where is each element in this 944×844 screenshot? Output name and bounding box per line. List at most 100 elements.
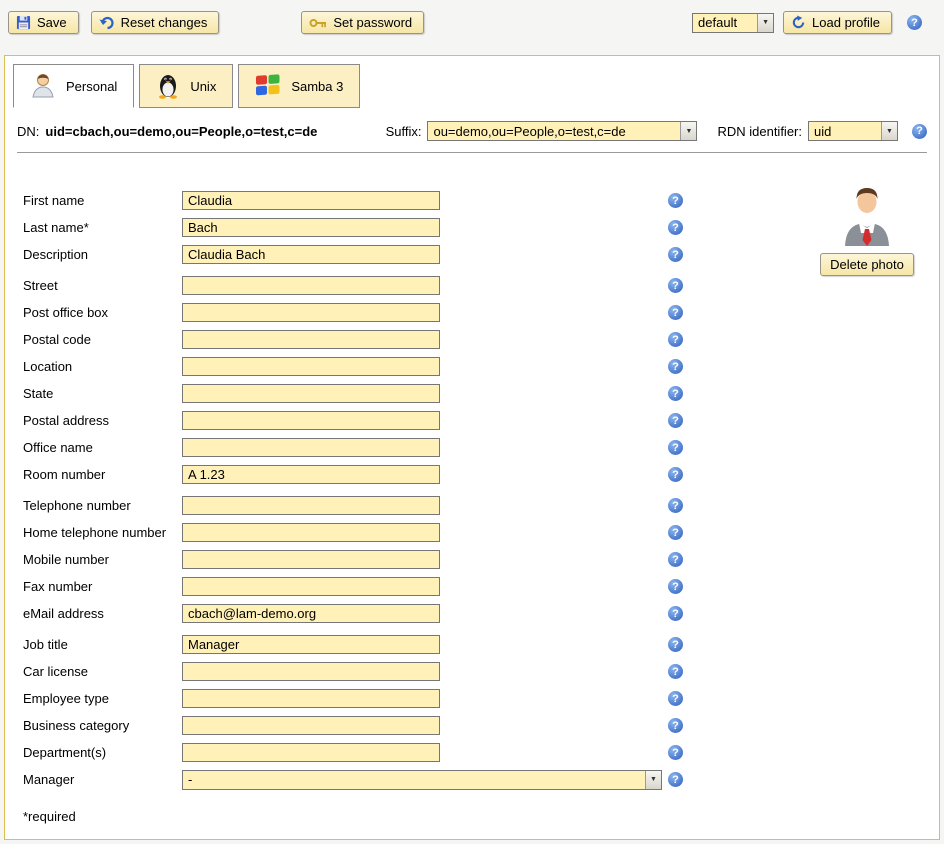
field-input[interactable] (182, 465, 440, 484)
chevron-down-icon: ▼ (757, 14, 773, 32)
help-icon[interactable]: ? (668, 467, 683, 482)
dn-value: uid=cbach,ou=demo,ou=People,o=test,c=de (45, 124, 317, 139)
load-profile-button-label: Load profile (812, 15, 880, 30)
field-input[interactable] (182, 523, 440, 542)
field-label: Street (23, 278, 182, 293)
rdn-select-value: uid (809, 124, 881, 139)
help-icon[interactable]: ? (668, 247, 683, 262)
delete-photo-button-label: Delete photo (830, 257, 904, 272)
undo-arrow-icon (99, 16, 115, 30)
help-icon[interactable]: ? (907, 15, 922, 30)
help-icon[interactable]: ? (668, 220, 683, 235)
account-panel: Personal Unix (4, 55, 940, 840)
field-label: Mobile number (23, 552, 182, 567)
field-input[interactable] (182, 496, 440, 515)
suffix-select-value: ou=demo,ou=People,o=test,c=de (428, 124, 680, 139)
reset-changes-button-label: Reset changes (121, 15, 208, 30)
field-input[interactable] (182, 716, 440, 735)
field-row: State? (23, 380, 939, 407)
field-row: Last name*? (23, 214, 939, 241)
set-password-button-label: Set password (333, 15, 412, 30)
help-icon[interactable]: ? (668, 440, 683, 455)
field-row: Postal code? (23, 326, 939, 353)
field-input[interactable] (182, 218, 440, 237)
field-label: Business category (23, 718, 182, 733)
suffix-label: Suffix: (386, 124, 422, 139)
field-input[interactable] (182, 743, 440, 762)
field-row: Postal address? (23, 407, 939, 434)
field-row: Telephone number? (23, 492, 939, 519)
field-input[interactable] (182, 411, 440, 430)
help-icon[interactable]: ? (668, 745, 683, 760)
field-label: Location (23, 359, 182, 374)
tab-samba3-label: Samba 3 (291, 79, 343, 94)
field-input[interactable] (182, 330, 440, 349)
key-icon (309, 17, 327, 29)
field-input[interactable] (182, 689, 440, 708)
person-icon (30, 71, 56, 102)
help-icon[interactable]: ? (668, 386, 683, 401)
help-icon[interactable]: ? (668, 193, 683, 208)
field-input[interactable] (182, 357, 440, 376)
help-icon[interactable]: ? (668, 498, 683, 513)
field-input[interactable] (182, 276, 440, 295)
chevron-down-icon: ▼ (881, 122, 897, 140)
tab-unix[interactable]: Unix (139, 64, 233, 108)
help-icon[interactable]: ? (668, 278, 683, 293)
toolbar: Save Reset changes Set password default … (0, 0, 944, 43)
tab-personal[interactable]: Personal (13, 64, 134, 108)
field-input[interactable] (182, 438, 440, 457)
field-label: Home telephone number (23, 525, 182, 540)
user-photo (841, 184, 893, 249)
help-icon[interactable]: ? (668, 332, 683, 347)
dn-row: DN: uid=cbach,ou=demo,ou=People,o=test,c… (5, 114, 939, 148)
field-input[interactable] (182, 604, 440, 623)
help-icon[interactable]: ? (668, 637, 683, 652)
rdn-label: RDN identifier: (717, 124, 802, 139)
field-row: Description? (23, 241, 939, 268)
field-row: Car license? (23, 658, 939, 685)
set-password-button[interactable]: Set password (301, 11, 424, 34)
load-profile-button[interactable]: Load profile (783, 11, 892, 34)
field-input[interactable] (182, 550, 440, 569)
reset-changes-button[interactable]: Reset changes (91, 11, 220, 34)
manager-select[interactable]: -▼ (182, 770, 662, 790)
field-row: Room number? (23, 461, 939, 488)
save-button[interactable]: Save (8, 11, 79, 34)
field-input[interactable] (182, 635, 440, 654)
help-icon[interactable]: ? (668, 525, 683, 540)
delete-photo-button[interactable]: Delete photo (820, 253, 914, 276)
help-icon[interactable]: ? (668, 305, 683, 320)
help-icon[interactable]: ? (668, 606, 683, 621)
help-icon[interactable]: ? (668, 718, 683, 733)
field-input[interactable] (182, 245, 440, 264)
save-icon (16, 15, 31, 30)
field-row: Department(s)? (23, 739, 939, 766)
help-icon[interactable]: ? (668, 413, 683, 428)
manager-select-value: - (183, 772, 645, 787)
toolbar-right: default ▼ Load profile ? (692, 11, 922, 34)
field-input[interactable] (182, 303, 440, 322)
field-row: Job title? (23, 631, 939, 658)
tab-samba3[interactable]: Samba 3 (238, 64, 360, 108)
chevron-down-icon: ▼ (645, 771, 661, 789)
help-icon[interactable]: ? (668, 664, 683, 679)
help-icon[interactable]: ? (668, 579, 683, 594)
field-input[interactable] (182, 577, 440, 596)
field-input[interactable] (182, 384, 440, 403)
help-icon[interactable]: ? (912, 124, 927, 139)
help-icon[interactable]: ? (668, 691, 683, 706)
help-icon[interactable]: ? (668, 552, 683, 567)
help-icon[interactable]: ? (668, 359, 683, 374)
suffix-select[interactable]: ou=demo,ou=People,o=test,c=de ▼ (427, 121, 697, 141)
field-input[interactable] (182, 191, 440, 210)
field-label: Postal address (23, 413, 182, 428)
profile-select[interactable]: default ▼ (692, 13, 774, 33)
field-row: Location? (23, 353, 939, 380)
rdn-select[interactable]: uid ▼ (808, 121, 898, 141)
help-icon[interactable]: ? (668, 772, 683, 787)
field-input[interactable] (182, 662, 440, 681)
field-row: Manager-▼? (23, 766, 939, 793)
field-row: Employee type? (23, 685, 939, 712)
field-label: Office name (23, 440, 182, 455)
